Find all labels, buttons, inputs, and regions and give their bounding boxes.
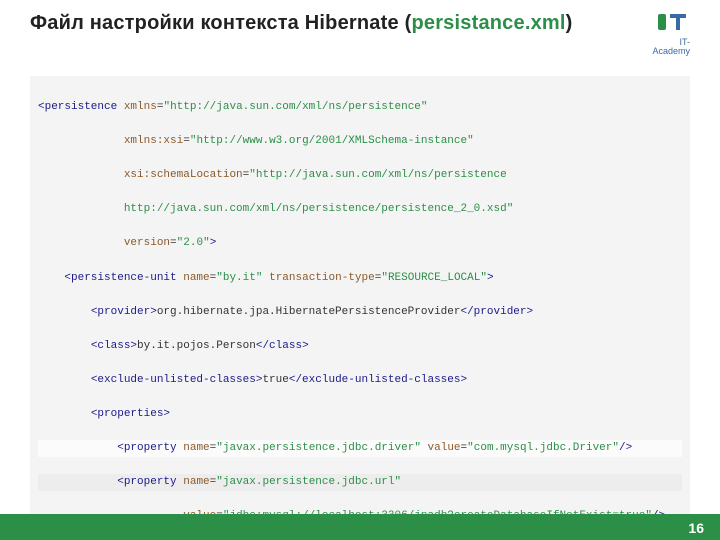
code-class: by.it.pojos.Person — [137, 340, 256, 352]
it-academy-logo: IT-Academy — [650, 12, 690, 52]
code-drv-val: com.mysql.jdbc.Driver — [474, 442, 613, 454]
title-bar: Файл настройки контекста Hibernate (pers… — [0, 0, 720, 58]
logo-icon — [656, 12, 690, 38]
code-txntype: RESOURCE_LOCAL — [388, 272, 480, 284]
code-excl: true — [262, 374, 288, 386]
code-xmlns-xsi: http://www.w3.org/2001/XMLSchema-instanc… — [196, 135, 467, 147]
code-schema2: http://java.sun.com/xml/ns/persistence/p… — [124, 203, 507, 215]
logo-text: IT-Academy — [652, 37, 690, 56]
footer-bar: 16 — [0, 514, 720, 540]
title-prefix: Файл настройки контекста Hibernate — [30, 12, 405, 34]
code-version: 2.0 — [183, 237, 203, 249]
code-schema1: http://java.sun.com/xml/ns/persistence — [256, 169, 507, 181]
code-url-name: javax.persistence.jdbc.url — [223, 476, 395, 488]
title-accent: persistance.xml — [411, 12, 565, 34]
xml-code-block: <persistence xmlns="http://java.sun.com/… — [30, 76, 690, 540]
slide: Файл настройки контекста Hibernate (pers… — [0, 0, 720, 540]
code-unitname: by.it — [223, 272, 256, 284]
title-close-paren: ) — [566, 12, 573, 34]
code-provider: org.hibernate.jpa.HibernatePersistencePr… — [157, 306, 461, 318]
slide-title: Файл настройки контекста Hibernate (pers… — [30, 12, 573, 35]
code-drv-name: javax.persistence.jdbc.driver — [223, 442, 414, 454]
page-number: 16 — [688, 520, 704, 536]
code-xmlns: http://java.sun.com/xml/ns/persistence — [170, 101, 421, 113]
